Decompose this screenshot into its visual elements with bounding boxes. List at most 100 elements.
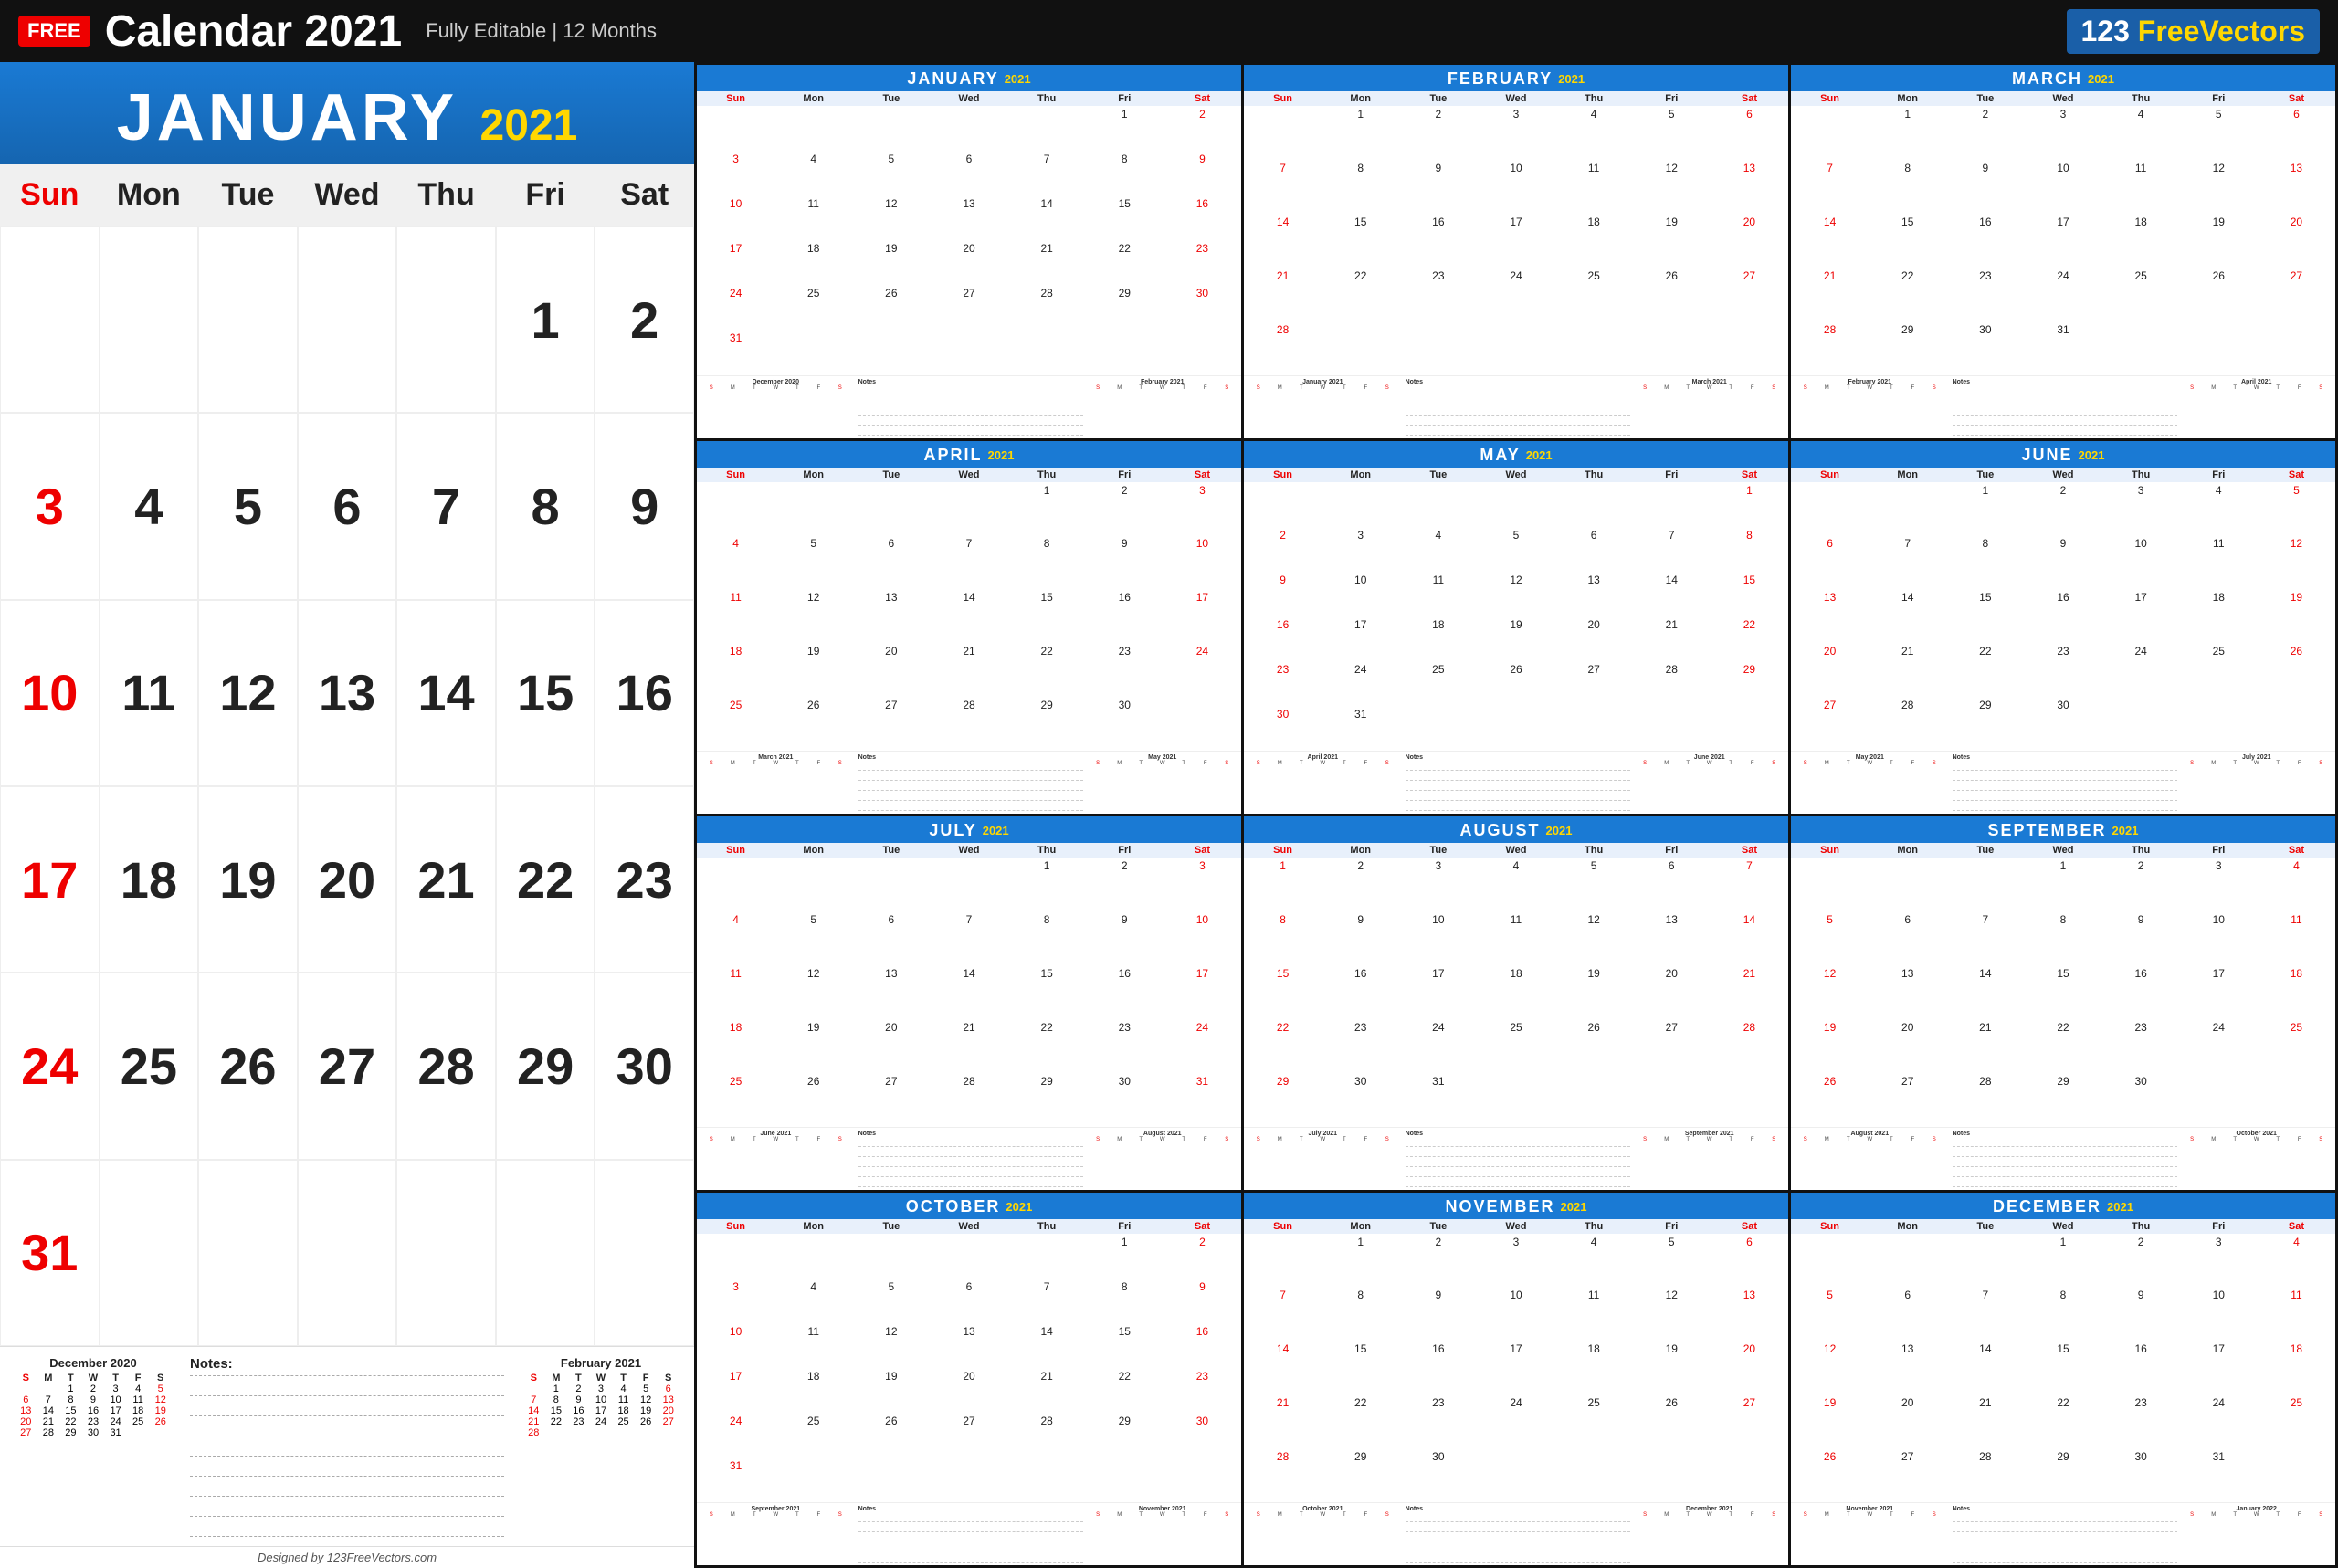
day-thu: Thu (396, 164, 496, 226)
month-cell (1244, 106, 1322, 160)
month-cell: 31 (697, 1458, 774, 1502)
jan-cell: 5 (198, 413, 298, 599)
month-card-name: APRIL (924, 446, 983, 465)
month-card-april: APRIL2021SunMonTueWedThuFriSat1234567891… (697, 441, 1241, 815)
month-cell: 3 (1322, 527, 1399, 572)
day-header-cell: Wed (2024, 91, 2101, 106)
month-cell: 31 (1399, 1073, 1477, 1127)
jan-cell: 13 (298, 600, 397, 786)
month-cell (774, 330, 852, 374)
month-cell: 21 (1008, 1368, 1086, 1413)
prev-mini-grid: SMTWTFS (700, 1512, 851, 1518)
month-cell: 29 (1869, 321, 1946, 375)
month-cell: 19 (1633, 214, 1711, 268)
mini-cal-cell: 2 (82, 1384, 105, 1394)
mini-cal-cell: 5 (149, 1384, 172, 1394)
month-cell: 9 (2024, 535, 2101, 589)
month-cell: 16 (2102, 965, 2180, 1019)
month-cell: 22 (1946, 643, 2024, 697)
day-header-cell: Fri (1086, 468, 1164, 482)
jan-cell: 7 (396, 413, 496, 599)
month-cell: 7 (930, 535, 1007, 589)
month-cell: 28 (1244, 321, 1322, 375)
month-cell: 25 (697, 697, 774, 751)
month-cell: 21 (930, 1019, 1007, 1073)
jan-cell: 12 (198, 600, 298, 786)
month-cell: 14 (1869, 589, 1946, 643)
month-card-year: 2021 (2088, 72, 2114, 86)
month-cell: 28 (930, 697, 1007, 751)
month-cell: 16 (1946, 214, 2024, 268)
header-subtitle: Fully Editable | 12 Months (426, 19, 657, 43)
day-header-cell: Sun (1244, 843, 1322, 858)
page-header: FREE Calendar 2021 Fully Editable | 12 M… (0, 0, 2338, 62)
month-cell: 15 (2024, 1341, 2101, 1394)
month-cell: 13 (1711, 160, 1788, 214)
month-cell: 10 (2180, 911, 2258, 965)
jan-cell: 3 (0, 413, 100, 599)
day-header-cell: Sat (1164, 1219, 1241, 1234)
month-card-header: JULY2021 (697, 816, 1241, 843)
month-cell: 11 (2180, 535, 2258, 589)
notes-section: Notes: (181, 1356, 513, 1537)
month-cell: 13 (930, 195, 1007, 240)
jan-cell: 19 (198, 786, 298, 973)
month-cell: 24 (1477, 1394, 1554, 1448)
month-bottom: July 2021SMTWTFSNotesSeptember 2021SMTWT… (1244, 1127, 1788, 1190)
month-cell: 26 (774, 1073, 852, 1127)
month-cell: 2 (1244, 527, 1322, 572)
month-days-header: SunMonTueWedThuFriSat (697, 468, 1241, 482)
month-cell: 25 (1477, 1019, 1554, 1073)
month-cell: 3 (1477, 1234, 1554, 1288)
mini-cal-cell: 13 (657, 1394, 679, 1405)
month-cell: 1 (1946, 482, 2024, 536)
month-cell: 9 (2102, 1287, 2180, 1341)
month-cell: 3 (2180, 1234, 2258, 1288)
month-cell: 7 (1244, 1287, 1322, 1341)
month-cell (1244, 482, 1322, 527)
month-cell: 10 (1322, 572, 1399, 616)
month-days-header: SunMonTueWedThuFriSat (1244, 1219, 1788, 1234)
month-cell: 12 (1791, 1341, 1869, 1394)
month-notes: Notes (855, 379, 1084, 436)
month-prev-mini: June 2021SMTWTFS (700, 1131, 851, 1187)
month-card-name: AUGUST (1460, 821, 1541, 840)
day-header-cell: Tue (1399, 1219, 1477, 1234)
month-card-september: SEPTEMBER2021SunMonTueWedThuFriSat123456… (1791, 816, 2335, 1190)
month-cell: 9 (1164, 1279, 1241, 1323)
month-cell (1555, 1448, 1633, 1502)
month-card-name: NOVEMBER (1446, 1197, 1555, 1216)
month-cell: 22 (1322, 268, 1399, 321)
month-cell: 13 (1711, 1287, 1788, 1341)
month-days-header: SunMonTueWedThuFriSat (1244, 468, 1788, 482)
mini-cal-header: M (37, 1373, 60, 1384)
month-cell: 27 (930, 285, 1007, 330)
month-cell: 23 (1164, 1368, 1241, 1413)
month-cell: 20 (1869, 1019, 1946, 1073)
day-header-cell: Wed (2024, 468, 2101, 482)
notes-line (190, 1497, 504, 1517)
mini-cal-cell: 19 (635, 1405, 658, 1416)
designed-by: Designed by 123FreeVectors.com (0, 1546, 694, 1568)
month-cell: 21 (1008, 240, 1086, 285)
month-cell: 12 (1791, 965, 1869, 1019)
day-header-cell: Wed (2024, 1219, 2101, 1234)
main-container: JANUARY 2021 Sun Mon Tue Wed Thu Fri Sat… (0, 62, 2338, 1568)
month-grid: 1234567891011121314151617181920212223242… (1244, 106, 1788, 375)
month-cell: 16 (1086, 589, 1164, 643)
month-cell: 24 (1477, 268, 1554, 321)
month-card-year: 2021 (1526, 448, 1553, 462)
month-cell: 30 (1086, 1073, 1164, 1127)
month-cell: 2 (1086, 482, 1164, 536)
month-cell: 5 (1791, 911, 1869, 965)
month-notes: Notes (1402, 1131, 1631, 1187)
month-cell: 17 (1164, 589, 1241, 643)
mini-cal-header: M (545, 1373, 568, 1384)
mini-cal-cell: 27 (657, 1416, 679, 1427)
month-cell: 1 (1008, 482, 1086, 536)
header-title: Calendar 2021 (105, 6, 403, 57)
mini-cal-header: T (104, 1373, 127, 1384)
month-cell: 25 (2258, 1394, 2335, 1448)
jan-cell: 16 (595, 600, 694, 786)
month-cell: 27 (2258, 268, 2335, 321)
